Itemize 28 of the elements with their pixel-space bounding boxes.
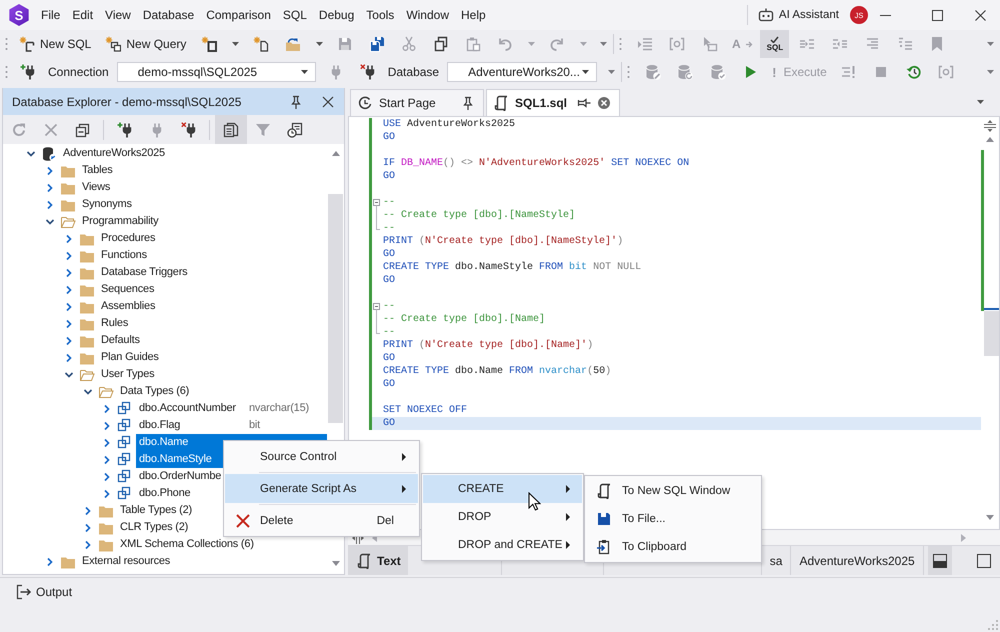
code-line: SET NOEXEC OFF <box>383 404 468 417</box>
code-line: -- <box>383 222 396 235</box>
app-logo: S <box>8 4 30 26</box>
code-line: -- <box>383 196 396 209</box>
code-line: GO <box>383 274 396 287</box>
code-line: CREATE TYPE dbo.Name FROM nvarchar(50) <box>383 365 612 378</box>
toolbar-label: Connection <box>48 65 109 79</box>
code-line: USE AdventureWorks2025 <box>383 118 516 131</box>
code-line: -- Create type [dbo].[Name] <box>383 313 546 326</box>
panel-title: Database Explorer - demo-mssql\SQL2025 <box>12 94 242 108</box>
code-line: CREATE TYPE dbo.NameStyle FROM bit NOT NULL <box>383 261 642 274</box>
tree-item-type: nvarchar(15) <box>249 401 309 416</box>
status-database: AdventureWorks2025 <box>791 546 924 575</box>
code-line: GO <box>383 352 396 365</box>
code-line: -- <box>383 300 396 313</box>
code-line: GO <box>383 131 396 144</box>
shortcut-text: Del <box>376 514 394 526</box>
tree-item-type: bit <box>249 418 260 433</box>
code-line: PRINT (N'Create type [dbo].[Name]') <box>383 339 594 352</box>
code-line: -- Create type [dbo].[NameStyle] <box>383 209 576 222</box>
code-line: PRINT (N'Create type [dbo].[NameStyle]') <box>383 235 624 248</box>
code-line: IF DB_NAME() <> N'AdventureWorks2025' SET NOEXEC ON <box>383 157 690 170</box>
code-line: GO <box>383 417 396 430</box>
code-line: GO <box>383 248 396 261</box>
toolbar-label: Database <box>388 65 440 79</box>
code-line: GO <box>383 170 396 183</box>
code-line: GO <box>383 378 396 391</box>
code-line: -- <box>383 326 396 339</box>
